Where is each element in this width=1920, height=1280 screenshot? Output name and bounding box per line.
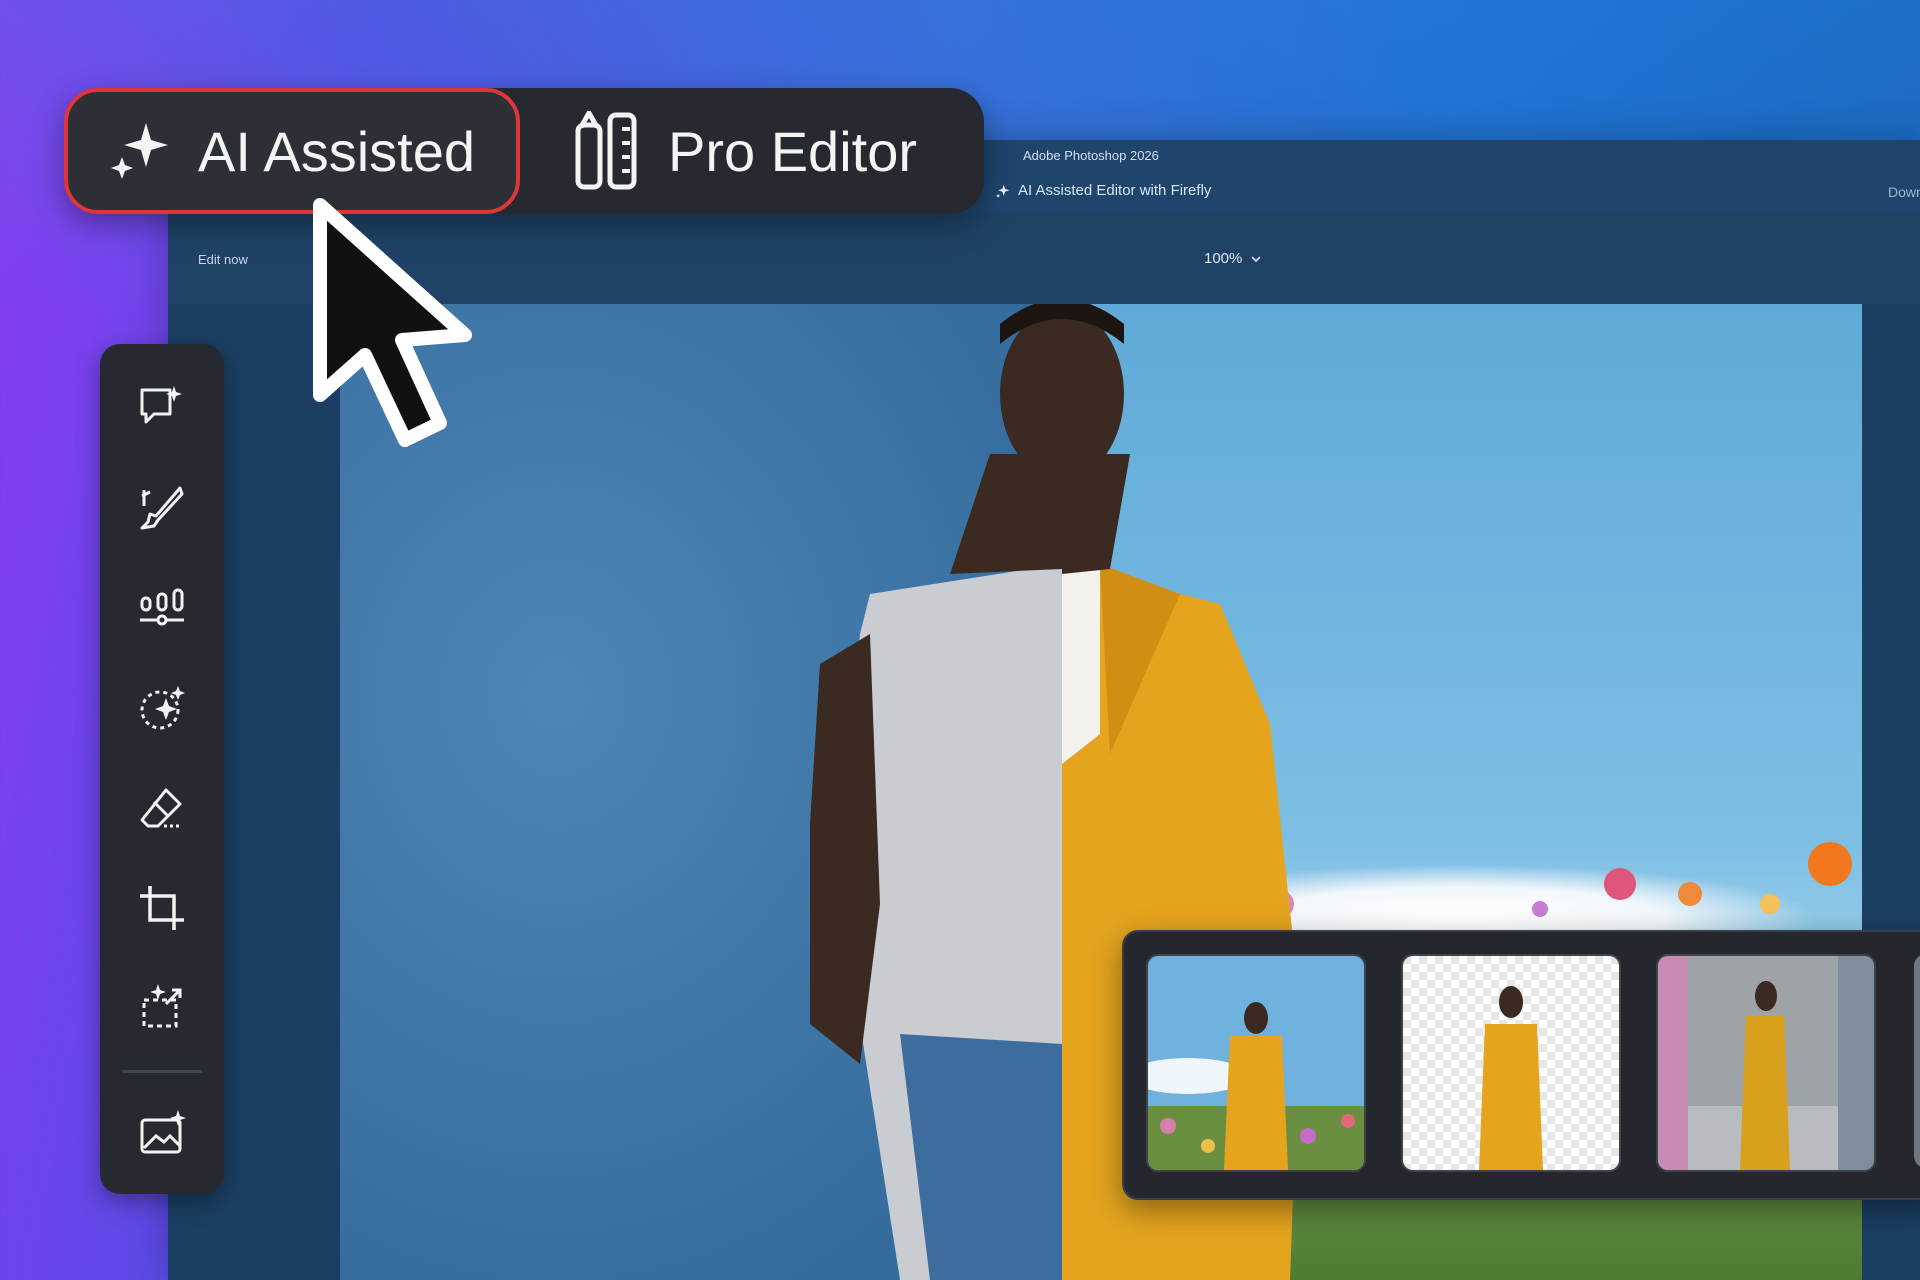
brush-icon	[140, 486, 184, 530]
pro-editor-mode-button[interactable]: Pro Editor	[564, 88, 994, 214]
chevron-down-icon	[1251, 255, 1261, 262]
tool-chat-sparkle[interactable]	[132, 378, 192, 438]
ai-assisted-label: AI Assisted	[198, 119, 476, 183]
tool-crop[interactable]	[132, 878, 192, 938]
mode-switcher: AI Assisted Pro Editor	[64, 88, 984, 214]
expand-sparkle-icon	[142, 984, 182, 1028]
tool-generate-image[interactable]	[132, 1104, 192, 1164]
crop-icon	[140, 886, 184, 930]
mouse-pointer-icon	[313, 198, 472, 447]
adjustments-icon	[140, 588, 184, 626]
variations-panel	[1122, 930, 1920, 1200]
variation-flowers-image	[1148, 956, 1364, 1170]
pro-editor-label: Pro Editor	[668, 119, 917, 183]
sparkle-icon	[111, 123, 168, 179]
sparkle-icon	[996, 184, 1010, 198]
variation-concrete-image	[1658, 956, 1874, 1170]
edit-now-button[interactable]: Edit now	[198, 252, 248, 267]
variation-thumbnail-transparent[interactable]	[1401, 954, 1621, 1172]
tool-select-sparkle[interactable]	[132, 678, 192, 738]
variation-thumbnail-concrete[interactable]	[1656, 954, 1876, 1172]
pencil-ruler-icon	[575, 111, 637, 190]
tool-adjustments[interactable]	[132, 578, 192, 638]
zoom-value: 100%	[1204, 250, 1243, 267]
tool-generative-expand[interactable]	[132, 978, 192, 1038]
tool-brush[interactable]	[132, 478, 192, 538]
zoom-dropdown[interactable]: 100%	[1204, 250, 1262, 267]
generate-image-icon	[140, 1110, 186, 1154]
select-sparkle-icon	[140, 686, 185, 730]
eraser-icon	[140, 788, 182, 828]
tool-divider	[122, 1070, 202, 1073]
subtitle-text: AI Assisted Editor with Firefly	[1018, 182, 1212, 199]
chat-sparkle-icon	[140, 386, 182, 424]
download-link[interactable]: Downli	[1888, 184, 1920, 200]
variation-transparent-image	[1403, 956, 1619, 1170]
app-name: Adobe Photoshop 2026	[1023, 148, 1159, 163]
tool-bar	[100, 344, 224, 1194]
tool-eraser[interactable]	[132, 778, 192, 838]
app-subtitle: AI Assisted Editor with Firefly	[996, 182, 1211, 199]
variation-thumbnail-flowers[interactable]	[1146, 954, 1366, 1172]
variation-thumbnail-partial[interactable]	[1914, 954, 1920, 1168]
